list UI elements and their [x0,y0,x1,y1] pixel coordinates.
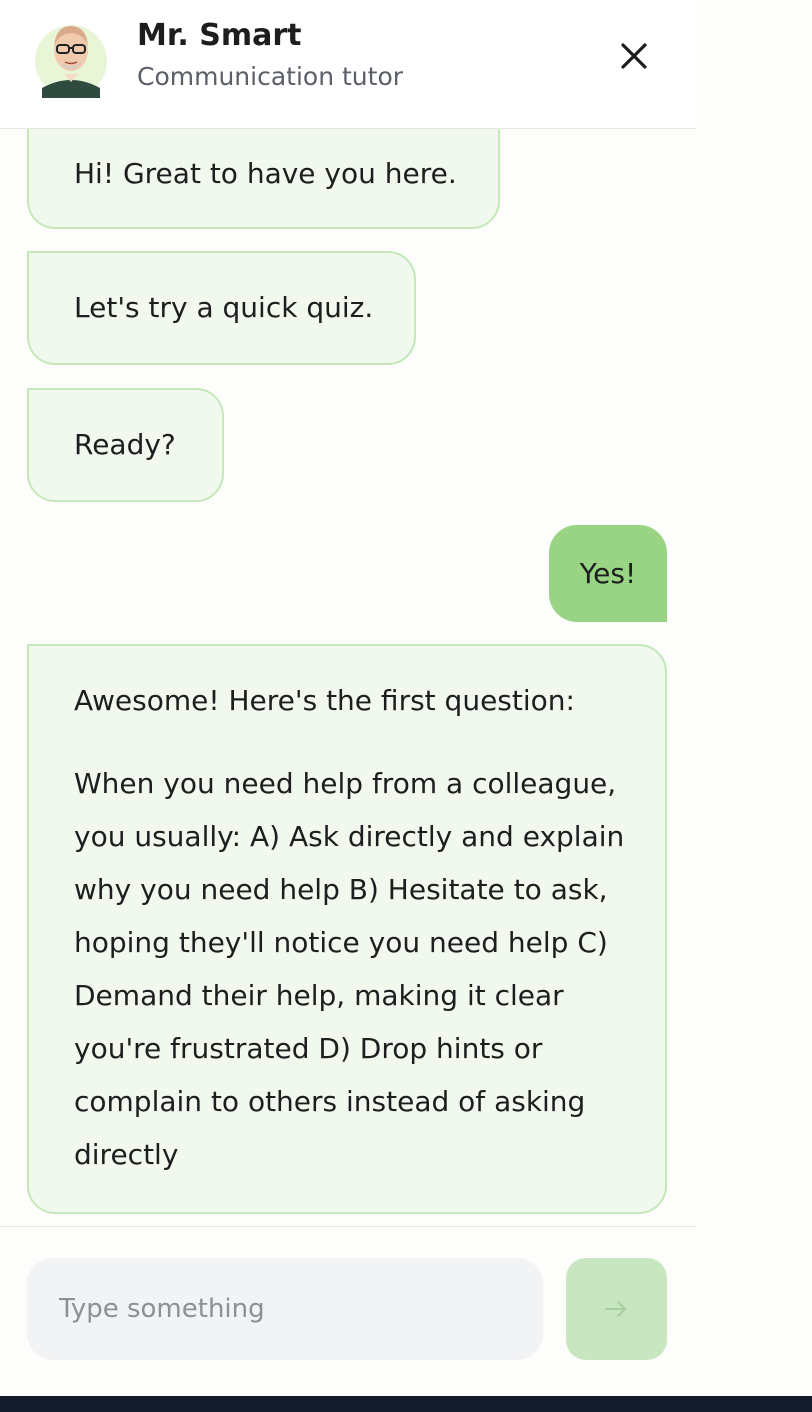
chat-header: Mr. Smart Communication tutor [0,0,696,129]
send-button[interactable] [566,1258,667,1360]
message-text: Yes! [579,557,637,590]
message-intro: Awesome! Here's the first question: [74,684,575,717]
bot-message: Ready? [27,388,224,502]
bottom-bar [0,1396,812,1412]
bot-message: Let's try a quick quiz. [27,251,416,365]
bot-message-question: Awesome! Here's the first question: When… [27,644,667,1214]
arrow-right-icon [605,1301,626,1317]
tutor-role: Communication tutor [137,62,404,91]
message-text: Hi! Great to have you here. [74,157,457,190]
page-gutter [696,0,812,1396]
close-icon [621,43,647,69]
user-message: Yes! [549,525,667,622]
avatar [35,25,107,98]
message-text: Let's try a quick quiz. [74,291,374,324]
bot-message: Hi! Great to have you here. [27,129,500,229]
message-list[interactable]: Hi! Great to have you here. Let's try a … [0,129,696,1226]
tutor-name: Mr. Smart [137,18,302,53]
message-text: Ready? [74,428,176,461]
close-button[interactable] [616,38,652,74]
chat-panel: Mr. Smart Communication tutor Hi! Great … [0,0,696,1397]
composer [0,1226,696,1397]
message-input[interactable] [27,1258,543,1360]
quiz-question: When you need help from a colleague, you… [74,767,625,1171]
